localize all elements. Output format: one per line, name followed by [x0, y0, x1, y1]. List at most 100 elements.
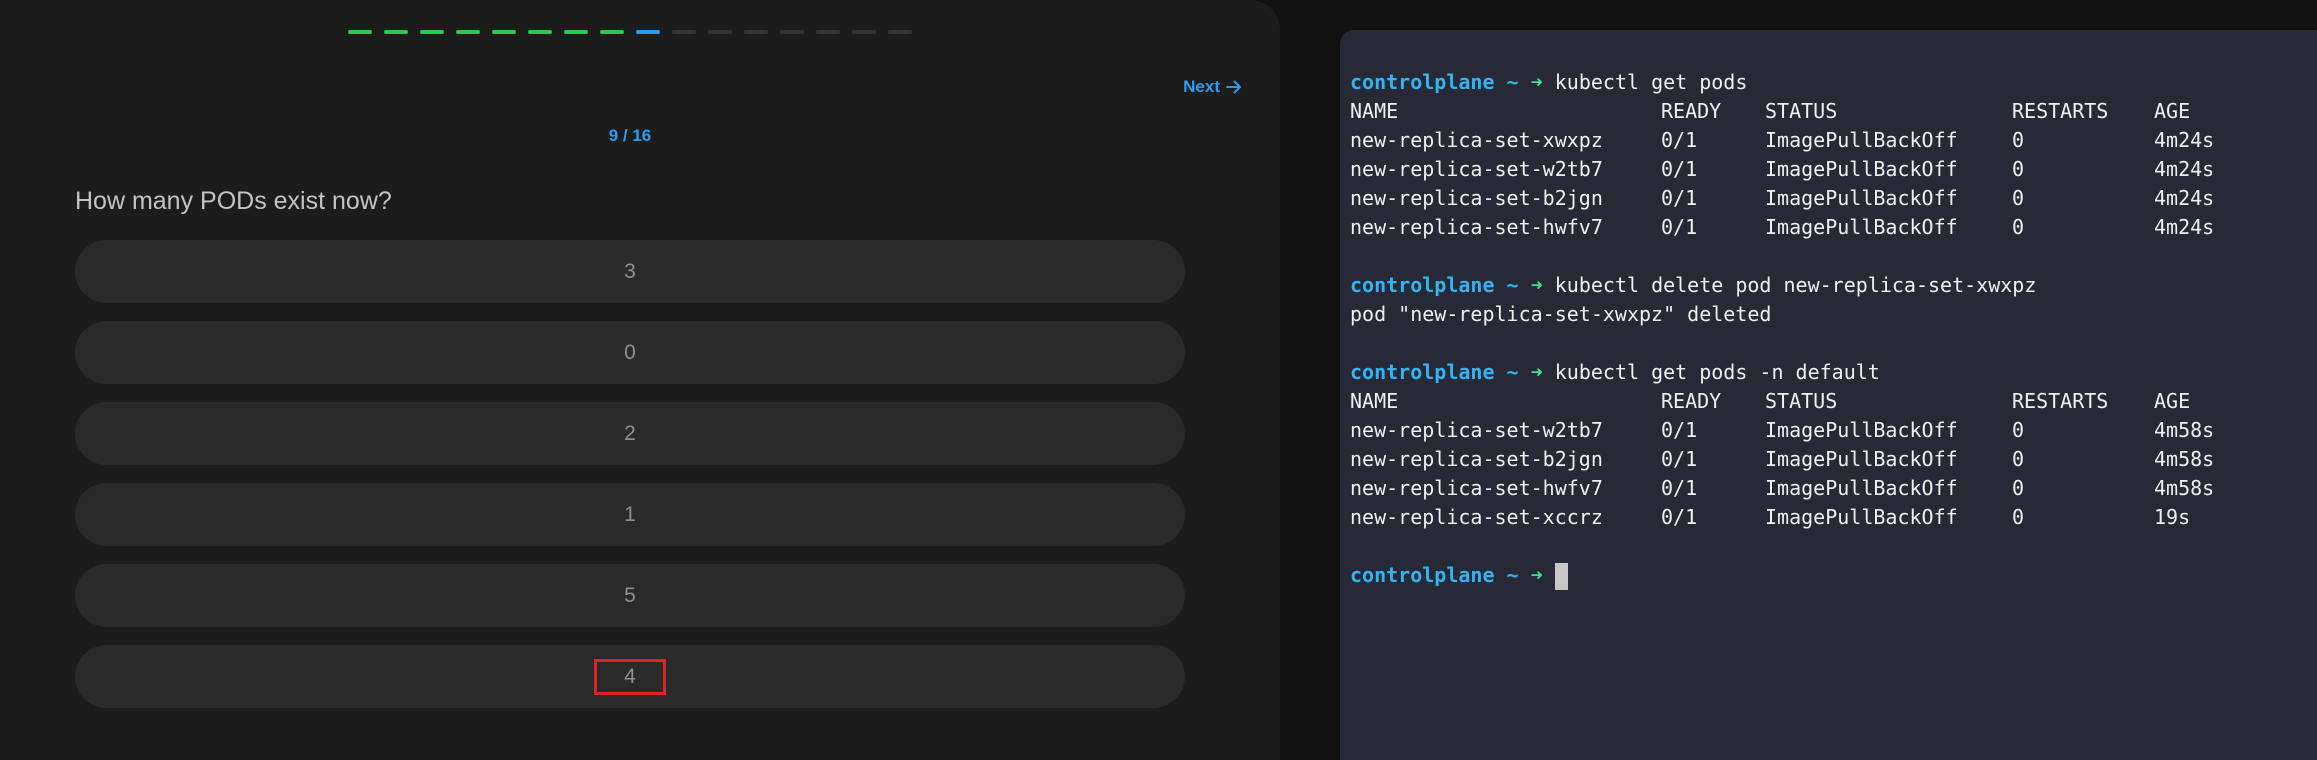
output-row: new-replica-set-hwfv7 0/1 ImagePullBackOff… [1350, 474, 2244, 503]
output-cell: ImagePullBackOff [1765, 157, 1958, 181]
output-row: new-replica-set-w2tb7 0/1 ImagePullBackOff… [1350, 416, 2244, 445]
prompt-arrow-icon: ➜ [1530, 563, 1543, 587]
output-cell: ImagePullBackOff [1765, 128, 1958, 152]
next-button[interactable]: Next [1183, 77, 1242, 97]
answer-option[interactable]: 0 [75, 321, 1185, 384]
output-cell: 0/1 [1661, 186, 1698, 210]
output-cell: 4m58s [2154, 418, 2215, 442]
output-cell: 4m58s [2154, 447, 2215, 471]
output-cell: 0 [2012, 447, 2025, 471]
output-cell: READY [1661, 99, 1722, 123]
prompt-host: controlplane [1350, 70, 1495, 94]
output-cell: 0/1 [1661, 476, 1698, 500]
output-cell: ImagePullBackOff [1765, 418, 1958, 442]
output-cell: 0 [2012, 157, 2025, 181]
output-text: pod "new-replica-set-xwxpz" deleted [1350, 302, 1772, 326]
progress-segment [708, 30, 732, 34]
output-cell: NAME [1350, 99, 1399, 123]
output-cell: 0 [2012, 476, 2025, 500]
output-cell: 0 [2012, 215, 2025, 239]
answer-option[interactable]: 3 [75, 240, 1185, 303]
prompt-tilde: ~ [1506, 70, 1519, 94]
prompt-host: controlplane [1350, 360, 1495, 384]
output-cell: 0 [2012, 418, 2025, 442]
output-cell: 0/1 [1661, 505, 1698, 529]
answer-option-label: 5 [624, 583, 636, 607]
question-counter: 9 / 16 [608, 126, 652, 145]
progress-segment [384, 30, 408, 34]
progress-segment [420, 30, 444, 34]
progress-segment [888, 30, 912, 34]
next-label: Next [1183, 77, 1220, 96]
output-cell: 19s [2154, 505, 2191, 529]
panel-divider [1280, 0, 1317, 760]
progress-bar [348, 30, 912, 34]
output-cell: AGE [2154, 389, 2191, 413]
prompt-tilde: ~ [1506, 563, 1519, 587]
answer-option-label: 0 [624, 340, 636, 364]
prompt-arrow-icon: ➜ [1530, 273, 1543, 297]
answer-option[interactable]: 1 [75, 483, 1185, 546]
prompt-arrow-icon: ➜ [1530, 360, 1543, 384]
terminal-panel[interactable]: controlplane ~ ➜ kubectl get pods NAME REA… [1340, 30, 2317, 760]
output-cell: RESTARTS [2012, 99, 2109, 123]
prompt-line: controlplane ~ ➜ [1350, 561, 2244, 590]
output-cell: NAME [1350, 389, 1399, 413]
terminal-output: controlplane ~ ➜ kubectl get pods NAME REA… [1350, 68, 2244, 590]
output-cell: 4m24s [2154, 157, 2215, 181]
output-cell: 0/1 [1661, 128, 1698, 152]
output-row: new-replica-set-w2tb7 0/1 ImagePullBackOff… [1350, 155, 2244, 184]
output-cell: new-replica-set-hwfv7 [1350, 476, 1603, 500]
output-cell: RESTARTS [2012, 389, 2109, 413]
output-cell: new-replica-set-w2tb7 [1350, 157, 1603, 181]
output-cell: AGE [2154, 99, 2191, 123]
answer-option-label: 4 [594, 658, 666, 695]
progress-segment [780, 30, 804, 34]
question-text: How many PODs exist now? [75, 187, 392, 215]
answer-option[interactable]: 2 [75, 402, 1185, 465]
progress-segment [636, 30, 660, 34]
output-row: new-replica-set-hwfv7 0/1 ImagePullBackOff… [1350, 213, 2244, 242]
progress-segment [348, 30, 372, 34]
output-cell: 4m24s [2154, 215, 2215, 239]
output-cell: READY [1661, 389, 1722, 413]
output-cell: 0/1 [1661, 447, 1698, 471]
output-row: new-replica-set-xccrz 0/1 ImagePullBackOff… [1350, 503, 2244, 532]
progress-segment [492, 30, 516, 34]
output-row: new-replica-set-b2jgn 0/1 ImagePullBackOff… [1350, 184, 2244, 213]
arrow-right-icon [1226, 80, 1241, 94]
output-cell: 4m24s [2154, 128, 2215, 152]
output-cell: ImagePullBackOff [1765, 186, 1958, 210]
output-cell: 0 [2012, 186, 2025, 210]
command-text: kubectl get pods [1554, 70, 1748, 94]
output-cell: new-replica-set-hwfv7 [1350, 215, 1603, 239]
output-cell: 0/1 [1661, 157, 1698, 181]
output-cell: new-replica-set-xwxpz [1350, 128, 1603, 152]
answer-option[interactable]: 4 [75, 645, 1185, 708]
prompt-tilde: ~ [1506, 360, 1519, 384]
prompt-line: controlplane ~ ➜ kubectl get pods -n def… [1350, 358, 2244, 387]
prompt-host: controlplane [1350, 563, 1495, 587]
answer-option[interactable]: 5 [75, 564, 1185, 627]
output-header: NAME READY STATUS RESTARTS AGE [1350, 387, 2244, 416]
progress-segment [852, 30, 876, 34]
answer-option-label: 1 [624, 502, 636, 526]
answer-option-label: 2 [624, 421, 636, 445]
quiz-panel: Next 9 / 16 How many PODs exist now? 3 0 2… [0, 0, 1280, 760]
output-cell: 0/1 [1661, 418, 1698, 442]
progress-segment [744, 30, 768, 34]
output-cell: ImagePullBackOff [1765, 476, 1958, 500]
output-cell: 0 [2012, 505, 2025, 529]
output-cell: ImagePullBackOff [1765, 447, 1958, 471]
output-cell: 4m24s [2154, 186, 2215, 210]
prompt-line: controlplane ~ ➜ kubectl get pods [1350, 68, 2244, 97]
output-cell: ImagePullBackOff [1765, 505, 1958, 529]
output-row: new-replica-set-b2jgn 0/1 ImagePullBackOff… [1350, 445, 2244, 474]
output-cell: 0/1 [1661, 215, 1698, 239]
output-cell: ImagePullBackOff [1765, 215, 1958, 239]
progress-segment [600, 30, 624, 34]
prompt-arrow-icon: ➜ [1530, 70, 1543, 94]
output-cell: STATUS [1765, 99, 1838, 123]
